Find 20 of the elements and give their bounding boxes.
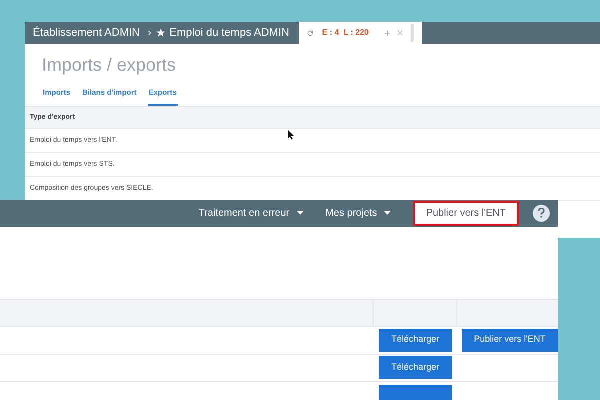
- breadcrumb-item[interactable]: Emploi du temps ADMIN: [170, 24, 290, 42]
- plus-icon[interactable]: [384, 30, 390, 36]
- close-icon[interactable]: [398, 30, 403, 36]
- breadcrumb-separator: ›: [148, 26, 152, 41]
- page-title: Imports / exports: [42, 54, 178, 77]
- scrollbar: [410, 24, 414, 42]
- refresh-icon[interactable]: [307, 28, 314, 38]
- action-button[interactable]: Télécharger: [379, 356, 452, 380]
- counter-text: E : 4 L : 220: [322, 27, 369, 39]
- action-button[interactable]: Publier vers l'ENT: [462, 328, 558, 352]
- star-icon: [156, 28, 166, 38]
- cursor-icon: [288, 130, 295, 140]
- menu-item[interactable]: Traitement en erreur: [198, 206, 304, 221]
- caret-icon: [296, 211, 304, 216]
- menu-item[interactable]: Mes projets: [326, 206, 392, 221]
- action-button[interactable]: Télécharger: [379, 328, 452, 352]
- menu-item[interactable]: Publier vers l'ENT: [413, 200, 519, 226]
- help-icon[interactable]: [533, 204, 550, 222]
- caret-icon: [384, 211, 392, 216]
- breadcrumb-item[interactable]: Établissement ADMIN: [33, 24, 140, 42]
